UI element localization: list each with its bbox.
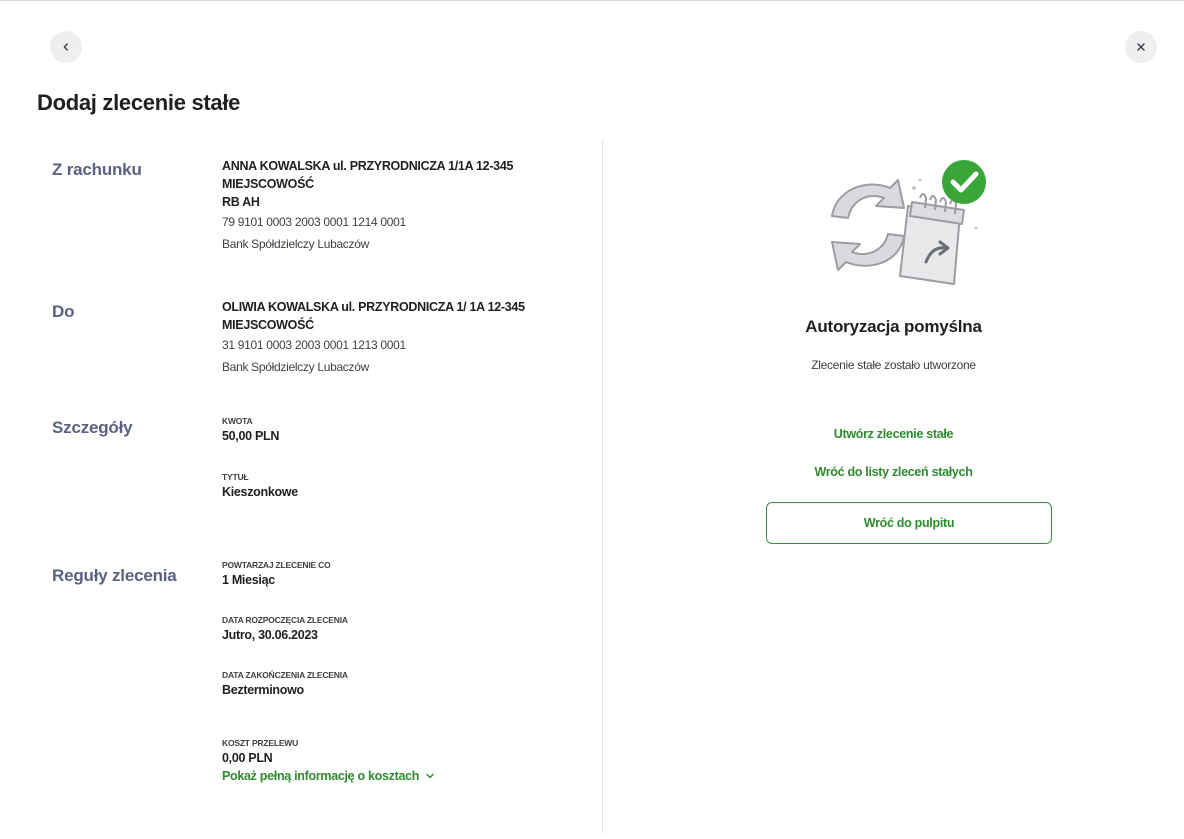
to-bank-name: Bank Spółdzielczy Lubaczów — [222, 360, 369, 374]
details-block: KWOTA 50,00 PLN TYTUŁ Kieszonkowe — [222, 415, 592, 501]
start-date-caption: DATA ROZPOCZĘCIA ZLECENIA — [222, 615, 348, 625]
show-cost-info-label: Pokaż pełną informację o kosztach — [222, 769, 420, 783]
amount-value: 50,00 PLN — [222, 429, 280, 443]
section-label-from: Z rachunku — [52, 160, 142, 179]
to-account-block: OLIWIA KOWALSKA ul. PRZYRODNICZA 1/ 1A 1… — [222, 298, 592, 378]
section-label-details: Szczegóły — [52, 418, 133, 437]
page-title: Dodaj zlecenie stałe — [37, 90, 241, 115]
title-caption: TYTUŁ — [222, 472, 249, 482]
create-order-link[interactable]: Utwórz zlecenie stałe — [603, 427, 1184, 441]
from-account-block: ANNA KOWALSKA ul. PRZYRODNICZA 1/1A 12-3… — [222, 157, 592, 255]
section-label-to: Do — [52, 302, 75, 321]
success-subtitle: Zlecenie stałe zostało utworzone — [811, 358, 976, 372]
chevron-left-icon — [63, 43, 68, 51]
close-button[interactable] — [1125, 31, 1157, 63]
show-cost-info-link[interactable]: Pokaż pełną informację o kosztach — [222, 769, 435, 783]
recurring-order-illustration — [831, 160, 986, 285]
to-account-number: 31 9101 0003 2003 0001 1213 0001 — [222, 338, 406, 352]
calendar-icon — [899, 193, 965, 285]
repeat-value: 1 Miesiąc — [222, 573, 275, 587]
end-date-caption: DATA ZAKOŃCZENIA ZLECENIA — [222, 670, 348, 680]
close-icon — [1137, 43, 1145, 51]
start-date-value: Jutro, 30.06.2023 — [222, 628, 318, 642]
from-name-line2: MIEJSCOWOŚĆ — [222, 177, 314, 191]
back-to-orders-list-link[interactable]: Wróć do listy zleceń stałych — [603, 465, 1184, 479]
cost-caption: KOSZT PRZELEWU — [222, 738, 299, 748]
title-value: Kieszonkowe — [222, 485, 298, 499]
from-account-name: RB AH — [222, 195, 260, 209]
back-to-dashboard-button[interactable]: Wróć do pulpitu — [766, 502, 1052, 544]
chevron-down-icon — [426, 773, 434, 779]
from-bank-name: Bank Spółdzielczy Lubaczów — [222, 237, 369, 251]
back-button[interactable] — [50, 31, 82, 63]
rules-block: POWTARZAJ ZLECENIE CO 1 Miesiąc DATA ROZ… — [222, 559, 592, 785]
from-account-number: 79 9101 0003 2003 0001 1214 0001 — [222, 215, 406, 229]
to-name-line2: MIEJSCOWOŚĆ — [222, 318, 314, 332]
column-divider — [602, 140, 603, 834]
cost-value: 0,00 PLN — [222, 751, 273, 765]
top-border — [0, 0, 1184, 1]
repeat-caption: POWTARZAJ ZLECENIE CO — [222, 560, 331, 570]
amount-caption: KWOTA — [222, 416, 253, 426]
back-to-dashboard-label: Wróć do pulpitu — [863, 516, 955, 530]
refresh-arrows-icon — [831, 179, 905, 271]
to-name-line1: OLIWIA KOWALSKA ul. PRZYRODNICZA 1/ 1A 1… — [222, 300, 525, 314]
success-check-icon — [942, 160, 986, 204]
success-title: Autoryzacja pomyślna — [805, 317, 982, 336]
from-name-line1: ANNA KOWALSKA ul. PRZYRODNICZA 1/1A 12-3… — [222, 159, 514, 173]
section-label-rules: Reguły zlecenia — [52, 566, 177, 585]
end-date-value: Bezterminowo — [222, 683, 304, 697]
